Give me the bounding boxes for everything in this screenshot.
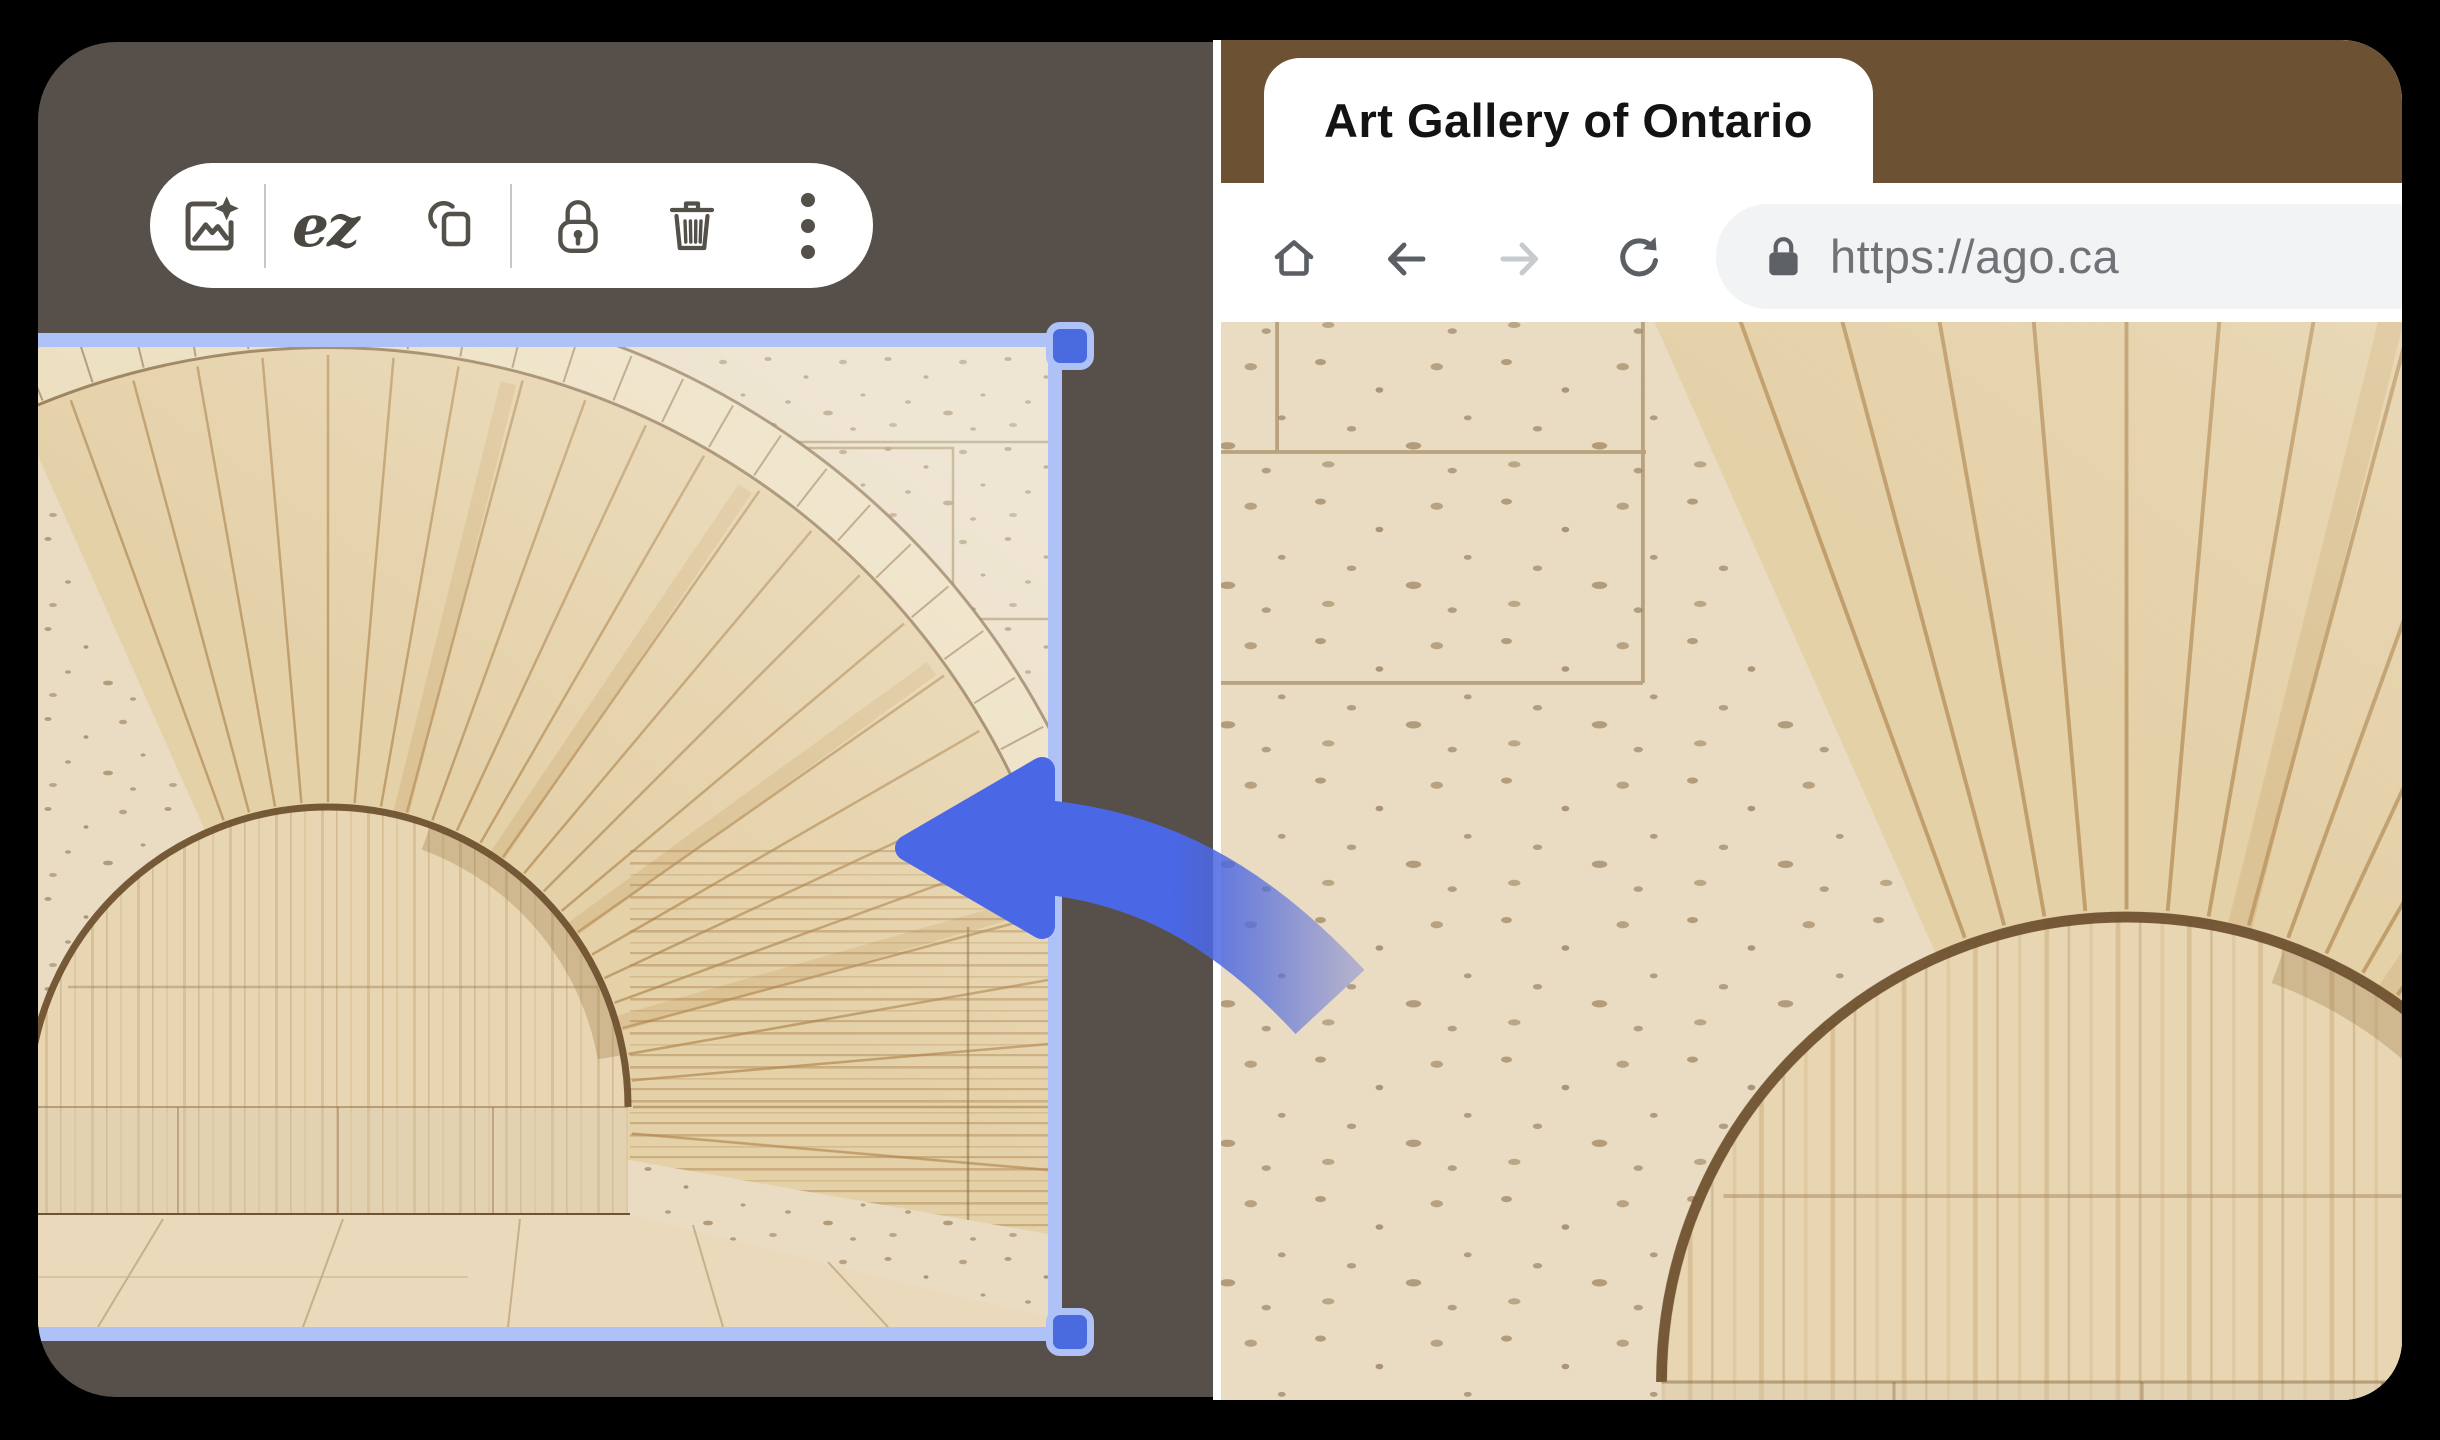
effects-button[interactable]: ez: [282, 186, 368, 266]
back-button[interactable]: [1380, 233, 1432, 285]
browser-tab[interactable]: Art Gallery of Ontario: [1264, 58, 1873, 183]
trash-icon: [664, 195, 720, 257]
lock-icon: [554, 195, 602, 257]
stone-arch-photo-zoomed: [1221, 322, 2402, 1400]
refresh-button[interactable]: [1611, 233, 1663, 285]
resize-handle-top-right[interactable]: [1046, 322, 1094, 370]
toolbar-divider: [510, 184, 512, 268]
padlock-icon: [1762, 231, 1804, 283]
toolbar-divider: [264, 184, 266, 268]
back-arrow-icon: [1380, 233, 1432, 285]
circle-square-copy-icon: [422, 198, 478, 254]
url-text: https://ago.ca: [1830, 229, 2119, 284]
browser-window: Art Gallery of Ontario: [1213, 40, 2402, 1400]
home-button[interactable]: [1268, 233, 1320, 285]
lock-button[interactable]: [554, 195, 602, 257]
kebab-menu-icon: [794, 186, 822, 266]
tab-title: Art Gallery of Ontario: [1324, 93, 1813, 148]
design-canvas-panel: ez: [38, 42, 1213, 1397]
screenshot-stage: ez: [0, 0, 2440, 1440]
more-options-button[interactable]: [794, 186, 822, 266]
address-bar[interactable]: https://ago.ca: [1716, 204, 2402, 309]
forward-arrow-icon: [1494, 233, 1546, 285]
webpage-image: [1221, 322, 2402, 1400]
effects-label: ez: [292, 192, 358, 260]
duplicate-button[interactable]: [422, 198, 478, 254]
selection-border: [38, 333, 1062, 1341]
edit-image-button[interactable]: [177, 194, 241, 258]
home-icon: [1268, 233, 1320, 285]
image-sparkle-icon: [177, 194, 241, 258]
image-toolbar: ez: [150, 163, 873, 288]
resize-handle-bottom-right[interactable]: [1046, 1308, 1094, 1356]
forward-button[interactable]: [1494, 233, 1546, 285]
refresh-icon: [1611, 233, 1663, 285]
delete-button[interactable]: [664, 195, 720, 257]
